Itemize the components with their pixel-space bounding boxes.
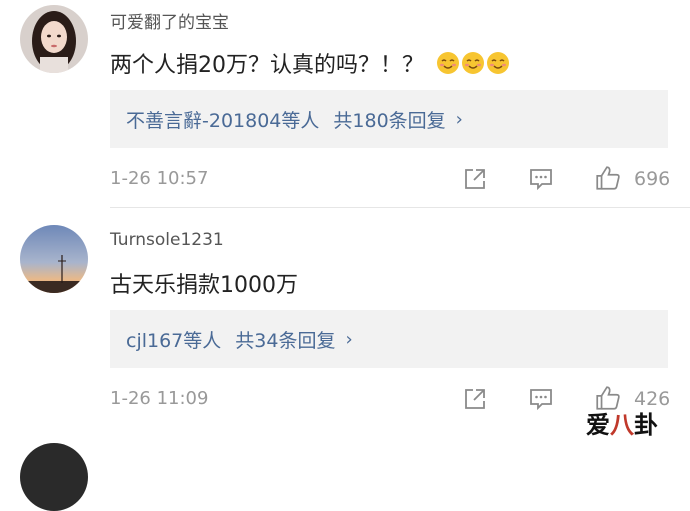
emoji-group	[436, 51, 510, 75]
avatar[interactable]	[20, 225, 88, 293]
reply-users: 不善言辭-201804等人	[126, 109, 320, 132]
reply-users: cjl167等人	[126, 329, 222, 352]
chevron-right-icon: ›	[345, 328, 353, 350]
smiling-face-icon	[487, 52, 509, 74]
comment-icon[interactable]	[528, 166, 554, 192]
watermark-char: 八	[610, 410, 634, 439]
comment-text: 古天乐捐款1000万	[110, 267, 298, 299]
reply-preview[interactable]: 不善言辭-201804等人 共180条回复 ›	[110, 90, 668, 148]
reply-count: 共180条回复	[333, 109, 446, 132]
avatar[interactable]	[20, 5, 88, 73]
comment-icon[interactable]	[528, 386, 554, 412]
reply-preview[interactable]: cjl167等人 共34条回复 ›	[110, 310, 668, 368]
chevron-right-icon: ›	[455, 108, 463, 130]
timestamp: 1-26 10:57	[110, 168, 209, 189]
comment-text-body: 两个人捐20万？认真的吗？！？	[110, 53, 424, 78]
smiling-face-icon	[437, 52, 459, 74]
thumbs-up-icon[interactable]	[594, 164, 622, 192]
share-icon[interactable]	[462, 166, 488, 192]
avatar[interactable]	[20, 443, 88, 511]
smiling-face-icon	[462, 52, 484, 74]
comment-text-body: 古天乐捐款1000万	[110, 273, 298, 298]
watermark-char: 卦	[634, 410, 658, 439]
watermark-char: 爱	[586, 410, 610, 439]
timestamp: 1-26 11:09	[110, 388, 209, 409]
reply-count: 共34条回复	[235, 329, 336, 352]
share-icon[interactable]	[462, 386, 488, 412]
watermark-logo: 爱八卦	[586, 405, 658, 440]
username[interactable]: 可爱翻了的宝宝	[110, 8, 229, 33]
like-count: 696	[634, 168, 671, 190]
comment-text: 两个人捐20万？认真的吗？！？	[110, 47, 510, 79]
divider	[110, 207, 690, 208]
username[interactable]: Turnsole1231	[110, 230, 224, 250]
